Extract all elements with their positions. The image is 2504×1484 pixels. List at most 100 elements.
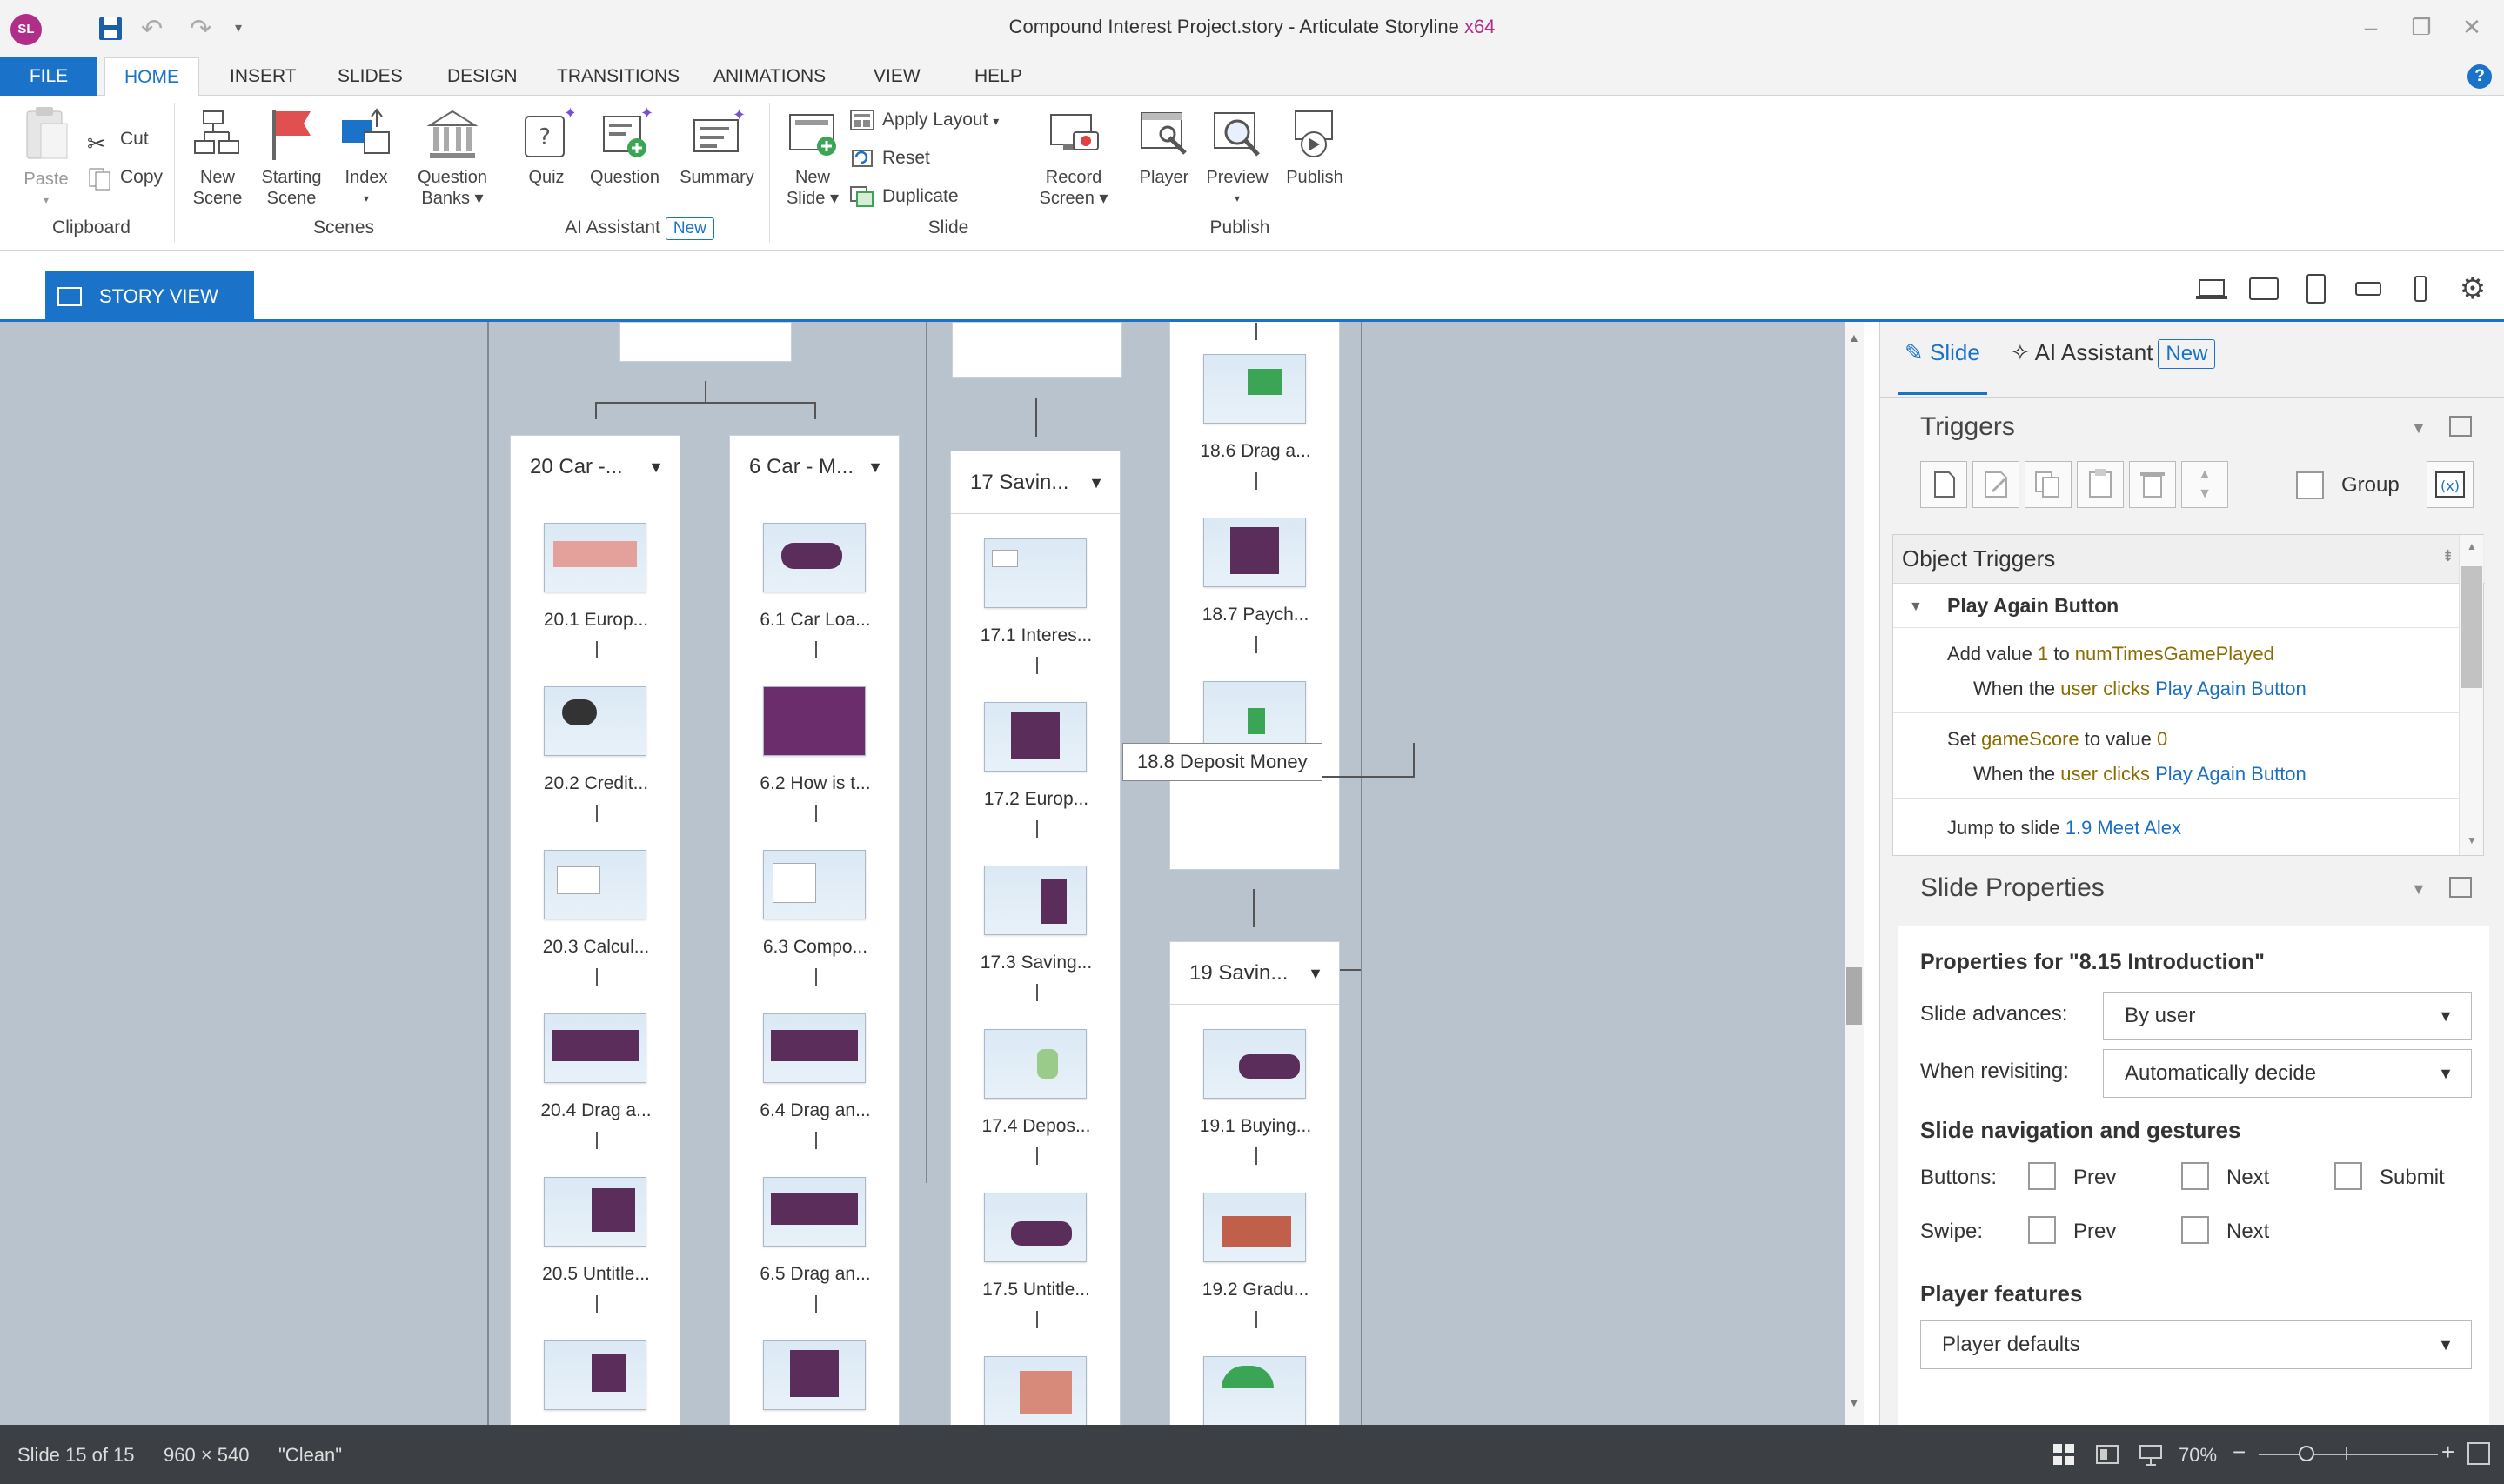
- summary-button[interactable]: ✦ Summary: [673, 106, 760, 188]
- close-button[interactable]: ✕: [2450, 14, 2494, 41]
- player-button[interactable]: Player: [1129, 106, 1199, 188]
- tab-animations[interactable]: ANIMATIONS: [694, 57, 845, 96]
- fit-to-window-icon[interactable]: [2467, 1442, 2490, 1465]
- slide-thumbnail[interactable]: [984, 1193, 1087, 1262]
- slide-thumbnail[interactable]: [984, 1029, 1087, 1099]
- swipe-next-checkbox[interactable]: [2181, 1216, 2209, 1244]
- buttons-submit-checkbox[interactable]: [2334, 1162, 2362, 1190]
- scene-card[interactable]: 17 Savin... ▼ 17.1 Interes... 17.2 Europ.…: [950, 451, 1121, 1425]
- paste-trigger-icon[interactable]: [2077, 461, 2124, 508]
- tab-view[interactable]: VIEW: [854, 57, 940, 96]
- zoom-out-icon[interactable]: −: [2233, 1439, 2246, 1466]
- slide-thumbnail[interactable]: [544, 1177, 646, 1247]
- slide-thumbnail[interactable]: [544, 850, 646, 919]
- preview-button[interactable]: Preview ▾: [1201, 106, 1274, 209]
- zoom-slider[interactable]: [2259, 1454, 2438, 1455]
- tab-file[interactable]: FILE: [0, 57, 97, 96]
- player-features-dropdown[interactable]: Player defaults ▼: [1920, 1320, 2472, 1369]
- slide-thumbnail[interactable]: [1203, 1356, 1306, 1425]
- scene-title[interactable]: 6 Car - M... ▼: [730, 436, 899, 498]
- trigger-item[interactable]: Set gameScore to value 0: [1947, 728, 2167, 751]
- properties-collapse-icon[interactable]: ▼: [2411, 880, 2427, 899]
- scroll-thumb[interactable]: [1846, 967, 1862, 1025]
- slide-thumbnail[interactable]: [1203, 354, 1306, 424]
- trigger-item[interactable]: Jump to slide 1.9 Meet Alex: [1947, 817, 2181, 839]
- move-trigger-icon[interactable]: ▲ ▼: [2181, 461, 2228, 508]
- scene-title[interactable]: 20 Car -... ▼: [511, 436, 680, 498]
- record-screen-button[interactable]: Record Screen ▾: [1032, 106, 1115, 209]
- story-view-tab[interactable]: STORY VIEW: [45, 271, 254, 322]
- maximize-button[interactable]: ❐: [2400, 14, 2443, 41]
- triggers-popout-icon[interactable]: [2449, 416, 2472, 437]
- group-checkbox[interactable]: [2296, 471, 2324, 499]
- normal-view-icon[interactable]: [2095, 1442, 2119, 1467]
- delete-trigger-icon[interactable]: [2129, 461, 2176, 508]
- swipe-prev-checkbox[interactable]: [2028, 1216, 2056, 1244]
- apply-layout-button[interactable]: Apply Layout ▾: [849, 104, 999, 136]
- scene-card[interactable]: 18.6 Drag a... 18.7 Paych...: [1169, 322, 1340, 870]
- slide-thumbnail[interactable]: [544, 1013, 646, 1083]
- collapse-all-icon[interactable]: ⇟: [2441, 547, 2454, 565]
- zoom-slider-thumb[interactable]: [2299, 1446, 2314, 1461]
- slide-sorter-icon[interactable]: [2139, 1442, 2163, 1467]
- slide-thumbnail[interactable]: [763, 1013, 866, 1083]
- scene-title[interactable]: 17 Savin... ▼: [951, 451, 1120, 514]
- help-icon[interactable]: ?: [2467, 64, 2492, 89]
- scroll-up-icon[interactable]: ▲: [1848, 331, 1860, 344]
- slide-thumbnail[interactable]: [1203, 1193, 1306, 1262]
- phone-portrait-icon[interactable]: [2403, 271, 2438, 306]
- phone-landscape-icon[interactable]: [2351, 271, 2386, 306]
- triggers-collapse-icon[interactable]: ▼: [2411, 419, 2427, 438]
- when-revisiting-dropdown[interactable]: Automatically decide ▼: [2103, 1049, 2472, 1098]
- slide-thumbnail[interactable]: [1203, 518, 1306, 587]
- trigger-list-scrollbar[interactable]: ▲ ▼: [2459, 535, 2483, 855]
- duplicate-button[interactable]: Duplicate: [849, 181, 959, 212]
- slide-thumbnail[interactable]: [544, 686, 646, 756]
- scroll-thumb[interactable]: [2461, 566, 2482, 688]
- properties-popout-icon[interactable]: [2449, 877, 2472, 898]
- index-button[interactable]: Index ▾: [334, 106, 398, 209]
- buttons-prev-checkbox[interactable]: [2028, 1162, 2056, 1190]
- tab-insert[interactable]: INSERT: [211, 57, 316, 96]
- trigger-object-name[interactable]: Play Again Button: [1947, 594, 2119, 618]
- story-view-mode-icon[interactable]: [2052, 1442, 2076, 1467]
- new-trigger-icon[interactable]: [1920, 461, 1967, 508]
- story-canvas[interactable]: 20 Car -... ▼ 20.1 Europ... 20.2 Credit..…: [0, 322, 1862, 1425]
- new-scene-button[interactable]: New Scene: [184, 106, 251, 209]
- scene-title[interactable]: 19 Savin... ▼: [1170, 942, 1339, 1005]
- new-slide-button[interactable]: New Slide ▾: [776, 106, 849, 209]
- slide-thumbnail[interactable]: [984, 538, 1087, 608]
- slide-advances-dropdown[interactable]: By user ▼: [2103, 992, 2472, 1040]
- trigger-item[interactable]: Add value 1 to numTimesGamePlayed: [1947, 643, 2274, 665]
- canvas-scrollbar[interactable]: ▲ ▼: [1845, 322, 1864, 1425]
- buttons-next-checkbox[interactable]: [2181, 1162, 2209, 1190]
- slide-thumbnail[interactable]: [544, 523, 646, 592]
- copy-trigger-icon[interactable]: [2025, 461, 2072, 508]
- scroll-down-icon[interactable]: ▼: [1848, 1395, 1860, 1409]
- tablet-landscape-icon[interactable]: [2246, 271, 2281, 306]
- copy-button[interactable]: Copy: [87, 162, 163, 193]
- tablet-portrait-icon[interactable]: [2299, 271, 2333, 306]
- settings-gear-icon[interactable]: ⚙: [2455, 271, 2490, 306]
- panel-tab-slide[interactable]: ✎ Slide: [1898, 339, 1987, 395]
- slide-thumbnail[interactable]: [763, 850, 866, 919]
- desktop-preview-icon[interactable]: [2194, 271, 2229, 306]
- slide-thumbnail[interactable]: [984, 702, 1087, 772]
- reset-button[interactable]: Reset: [849, 143, 930, 174]
- slide-thumbnail[interactable]: [544, 1340, 646, 1410]
- slide-thumbnail[interactable]: [984, 866, 1087, 935]
- publish-button[interactable]: Publish: [1277, 106, 1352, 188]
- question-button[interactable]: ✦ Question: [581, 104, 668, 188]
- expand-toggle-icon[interactable]: ▼: [1909, 599, 1923, 615]
- cut-button[interactable]: ✂ Cut: [87, 124, 149, 157]
- slide-thumbnail[interactable]: [984, 1356, 1087, 1425]
- zoom-level[interactable]: 70%: [2179, 1444, 2217, 1467]
- slide-thumbnail[interactable]: [763, 523, 866, 592]
- slide-thumbnail[interactable]: [763, 1177, 866, 1247]
- edit-trigger-icon[interactable]: [1972, 461, 2019, 508]
- tab-slides[interactable]: SLIDES: [318, 57, 422, 96]
- slide-thumbnail[interactable]: [763, 686, 866, 756]
- slide-thumbnail[interactable]: [1203, 681, 1306, 751]
- starting-scene-button[interactable]: Starting Scene: [252, 106, 331, 209]
- tab-design[interactable]: DESIGN: [428, 57, 537, 96]
